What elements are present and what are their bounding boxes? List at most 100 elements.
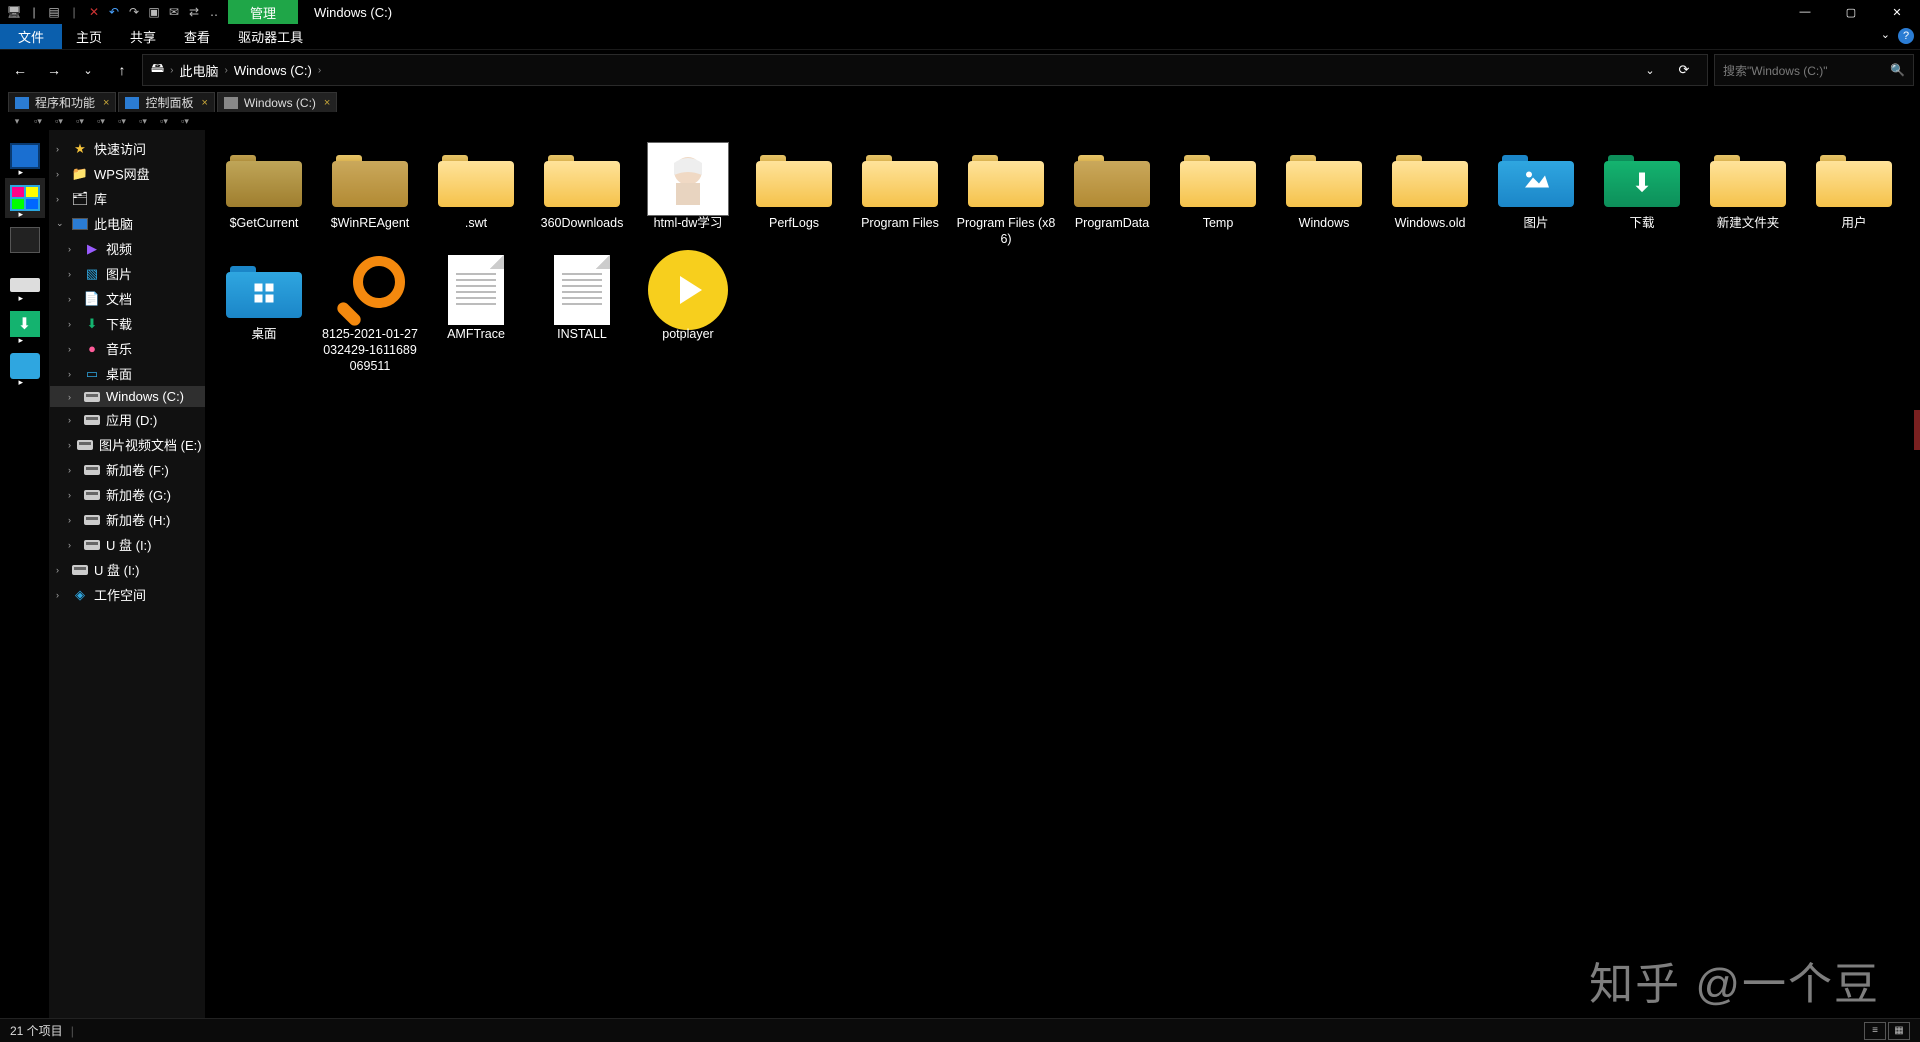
file-item[interactable]: 桌面 xyxy=(211,253,317,380)
file-tab[interactable]: 文件 xyxy=(0,24,62,49)
file-item[interactable]: INSTALL xyxy=(529,253,635,380)
tree-drive-g[interactable]: ›新加卷 (G:) xyxy=(50,482,205,507)
ab-terminal-icon[interactable] xyxy=(5,220,45,260)
back-button[interactable]: ← xyxy=(6,56,34,84)
file-item[interactable]: $WinREAgent xyxy=(317,142,423,253)
tab-windows-c[interactable]: Windows (C:) × xyxy=(217,92,337,112)
explorer-icon: 🖥 xyxy=(6,4,22,20)
item-thumb xyxy=(541,148,623,210)
ribbon-collapse-icon[interactable]: ⌄ xyxy=(1881,28,1890,41)
tree-downloads[interactable]: ›⬇下载 xyxy=(50,311,205,336)
tree-drive-h[interactable]: ›新加卷 (H:) xyxy=(50,507,205,532)
ts-icon[interactable]: ▫▾ xyxy=(155,114,173,128)
sync-icon[interactable]: ⇄ xyxy=(186,4,202,20)
file-item[interactable]: PerfLogs xyxy=(741,142,847,253)
ts-icon[interactable]: ▫▾ xyxy=(176,114,194,128)
file-item[interactable]: $GetCurrent xyxy=(211,142,317,253)
redo-icon[interactable]: ↷ xyxy=(126,4,142,20)
recent-dropdown-icon[interactable]: ⌄ xyxy=(74,56,102,84)
ab-drive-icon[interactable]: ▸ xyxy=(5,262,45,302)
file-item[interactable]: 图片 xyxy=(1483,142,1589,253)
file-item[interactable]: ProgramData xyxy=(1059,142,1165,253)
check-icon[interactable]: ▣ xyxy=(146,4,162,20)
nav-tree[interactable]: ›★快速访问 ›📁WPS网盘 ›🗂库 ⌄此电脑 ›▶视频 ›▧图片 ›📄文档 ›… xyxy=(50,130,205,1018)
view-details-button[interactable]: ≡ xyxy=(1864,1022,1886,1040)
ts-icon[interactable]: ▫▾ xyxy=(29,114,47,128)
address-bar[interactable]: 🖴 › 此电脑 › Windows (C:) › ⌄ ⟳ xyxy=(142,54,1708,86)
manage-context-tab[interactable]: 管理 xyxy=(228,0,298,26)
search-input[interactable]: 搜索"Windows (C:)" 🔍 xyxy=(1714,54,1914,86)
tab-programs[interactable]: 程序和功能× xyxy=(8,92,116,112)
ribbon-tab-home[interactable]: 主页 xyxy=(62,24,116,49)
tree-drive-c[interactable]: ›Windows (C:) xyxy=(50,386,205,407)
scrollbar[interactable] xyxy=(1914,410,1920,450)
ribbon-tab-share[interactable]: 共享 xyxy=(116,24,170,49)
file-item[interactable]: Program Files (x86) xyxy=(953,142,1059,253)
ts-icon[interactable]: ▾ xyxy=(8,114,26,128)
properties-icon[interactable]: ▤ xyxy=(46,4,62,20)
tree-wps[interactable]: ›📁WPS网盘 xyxy=(50,161,205,186)
ab-dashboard-icon[interactable]: ▸ xyxy=(5,178,45,218)
tree-thispc[interactable]: ⌄此电脑 xyxy=(50,211,205,236)
tab-close-icon[interactable]: × xyxy=(324,97,330,109)
tab-close-icon[interactable]: × xyxy=(201,97,207,109)
file-item[interactable]: Program Files xyxy=(847,142,953,253)
tab-label: Windows (C:) xyxy=(244,96,316,110)
more-icon[interactable]: ‥ xyxy=(206,4,222,20)
file-item[interactable]: ⬇下载 xyxy=(1589,142,1695,253)
tree-drive-d[interactable]: ›应用 (D:) xyxy=(50,407,205,432)
tree-quickaccess[interactable]: ›★快速访问 xyxy=(50,136,205,161)
tree-documents[interactable]: ›📄文档 xyxy=(50,286,205,311)
file-item[interactable]: Windows.old xyxy=(1377,142,1483,253)
file-item[interactable]: AMFTrace xyxy=(423,253,529,380)
tree-drive-i[interactable]: ›U 盘 (I:) xyxy=(50,532,205,557)
file-item[interactable]: .swt xyxy=(423,142,529,253)
file-item[interactable]: Windows xyxy=(1271,142,1377,253)
ab-downloads-icon[interactable]: ⬇▸ xyxy=(5,304,45,344)
undo-icon[interactable]: ↶ xyxy=(106,4,122,20)
tab-controlpanel[interactable]: 控制面板× xyxy=(118,92,214,112)
close-button[interactable]: ✕ xyxy=(1874,0,1920,24)
mail-icon[interactable]: ✉ xyxy=(166,4,182,20)
refresh-icon[interactable]: ⟳ xyxy=(1669,62,1699,78)
maximize-button[interactable]: ▢ xyxy=(1828,0,1874,24)
ts-icon[interactable]: ▫▾ xyxy=(71,114,89,128)
ts-icon[interactable]: ▫▾ xyxy=(50,114,68,128)
tree-pictures[interactable]: ›▧图片 xyxy=(50,261,205,286)
address-history-icon[interactable]: ⌄ xyxy=(1637,64,1663,77)
file-item[interactable]: potplayer xyxy=(635,253,741,380)
ribbon-tab-drivetools[interactable]: 驱动器工具 xyxy=(224,24,317,49)
tab-close-icon[interactable]: × xyxy=(103,97,109,109)
crumb-thispc[interactable]: 此电脑 xyxy=(179,61,218,80)
tree-video[interactable]: ›▶视频 xyxy=(50,236,205,261)
crumb-drive[interactable]: Windows (C:) xyxy=(234,63,312,78)
tree-label: 图片 xyxy=(106,264,132,283)
delete-icon[interactable]: ✕ xyxy=(86,4,102,20)
tree-desktop[interactable]: ›▭桌面 xyxy=(50,361,205,386)
ts-icon[interactable]: ▫▾ xyxy=(134,114,152,128)
help-icon[interactable]: ? xyxy=(1898,28,1914,44)
ab-monitor-icon[interactable]: ▸ xyxy=(5,136,45,176)
file-item[interactable]: 用户 xyxy=(1801,142,1907,253)
tree-drive-f[interactable]: ›新加卷 (F:) xyxy=(50,457,205,482)
file-item[interactable]: 360Downloads xyxy=(529,142,635,253)
tree-label: 桌面 xyxy=(106,364,132,383)
file-item[interactable]: 新建文件夹 xyxy=(1695,142,1801,253)
file-view[interactable]: $GetCurrent$WinREAgent.swt360Downloadsht… xyxy=(205,130,1920,1018)
file-item[interactable]: 8125-2021-01-27032429-1611689069511 xyxy=(317,253,423,380)
ts-icon[interactable]: ▫▾ xyxy=(113,114,131,128)
file-item[interactable]: Temp xyxy=(1165,142,1271,253)
tree-drive-e[interactable]: ›图片视频文档 (E:) xyxy=(50,432,205,457)
tree-workspace[interactable]: ›◈工作空间 xyxy=(50,582,205,607)
file-item[interactable]: html-dw学习 xyxy=(635,142,741,253)
forward-button[interactable]: → xyxy=(40,56,68,84)
tree-usb[interactable]: ›U 盘 (I:) xyxy=(50,557,205,582)
view-icons-button[interactable]: ▦ xyxy=(1888,1022,1910,1040)
ts-icon[interactable]: ▫▾ xyxy=(92,114,110,128)
tree-music[interactable]: ›●音乐 xyxy=(50,336,205,361)
up-button[interactable]: ↑ xyxy=(108,56,136,84)
ab-folder-icon[interactable]: ▸ xyxy=(5,346,45,386)
tree-library[interactable]: ›🗂库 xyxy=(50,186,205,211)
ribbon-tab-view[interactable]: 查看 xyxy=(170,24,224,49)
minimize-button[interactable]: — xyxy=(1782,0,1828,24)
